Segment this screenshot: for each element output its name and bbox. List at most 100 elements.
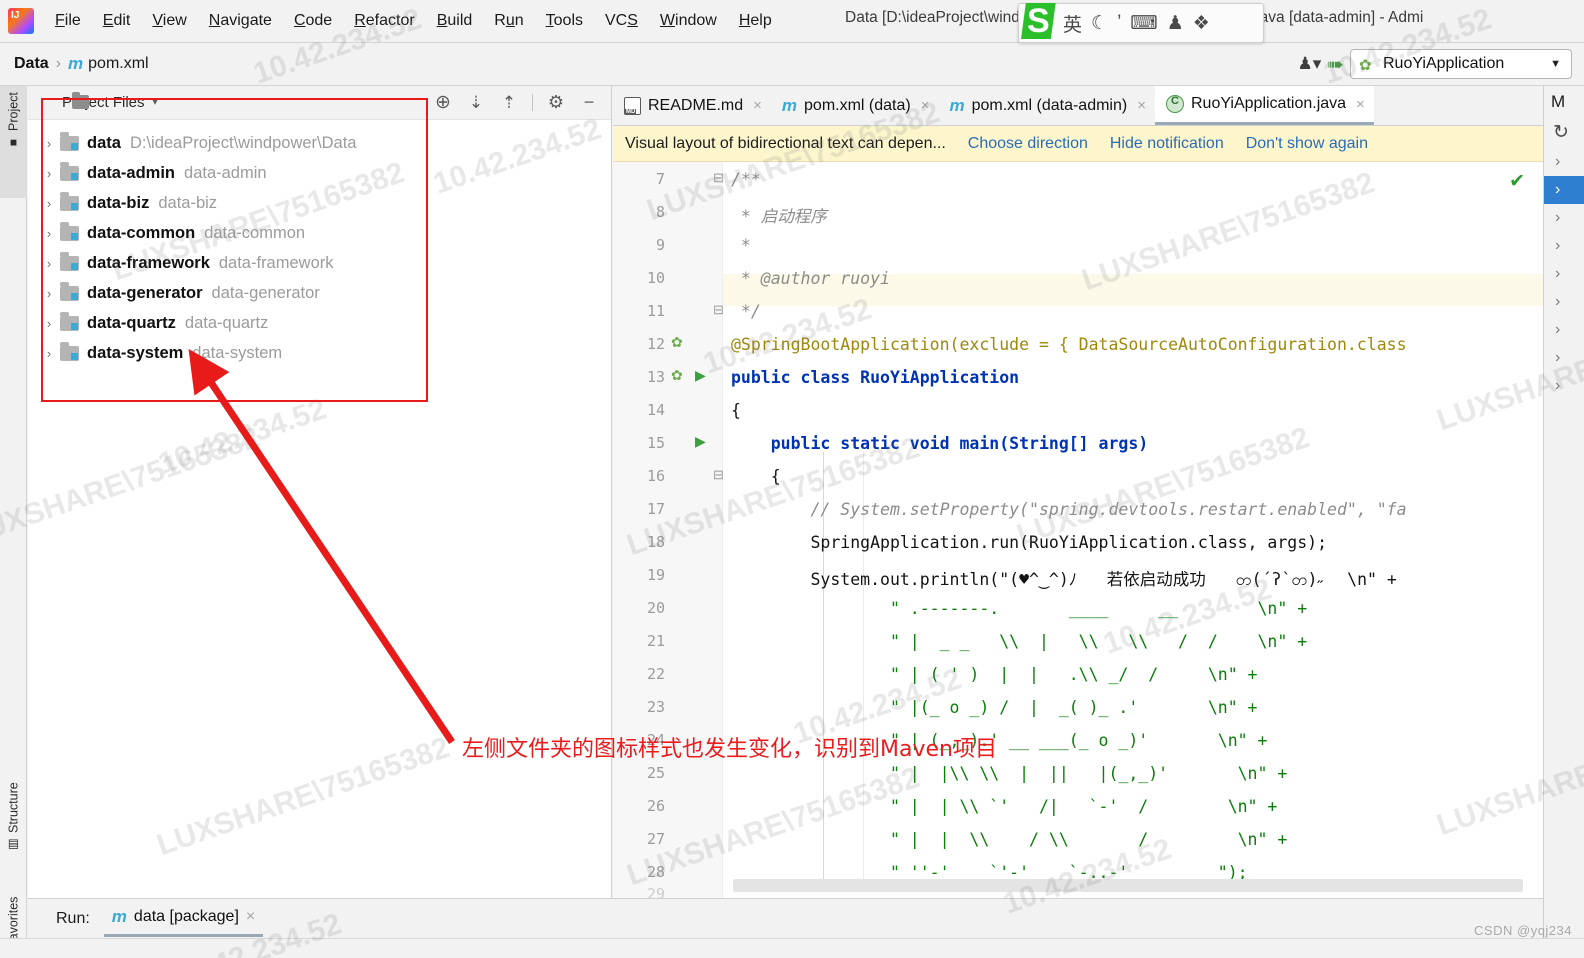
close-icon[interactable]: × (750, 97, 762, 114)
chevron-down-icon[interactable]: ▾ (153, 97, 158, 108)
maven-node-chevron[interactable]: › (1544, 232, 1584, 260)
refresh-icon[interactable]: ↻ (1544, 112, 1584, 148)
maven-node-chevron[interactable]: › (1544, 316, 1584, 344)
ime-user-icon[interactable]: ♟ (1164, 12, 1187, 35)
tab-ruoyiapplication-java[interactable]: RuoYiApplication.java × (1154, 86, 1374, 125)
ime-toolbox-icon[interactable]: ❖ (1190, 12, 1213, 35)
sidebar-item-structure[interactable]: ▤ Structure (0, 776, 27, 884)
expand-arrow-icon[interactable]: › (38, 196, 60, 211)
maven-node-chevron[interactable]: › (1544, 344, 1584, 372)
maven-node-chevron[interactable]: › (1544, 148, 1584, 176)
menu-code[interactable]: Code (283, 8, 343, 34)
code-line: public class RuoYiApplication (731, 368, 1020, 387)
menu-edit[interactable]: Edit (92, 8, 142, 34)
tree-node-path: data-quartz (184, 313, 269, 332)
menu-run[interactable]: Run (483, 8, 534, 34)
menu-tools[interactable]: Tools (535, 8, 594, 34)
tree-node-name: data-admin (87, 163, 176, 182)
locate-target-icon[interactable]: ⊕ (433, 92, 453, 113)
maven-node-chevron-selected[interactable]: › (1544, 176, 1584, 204)
expand-arrow-icon[interactable]: › (38, 286, 60, 301)
maven-module-folder-icon (60, 282, 79, 301)
tree-row-data-system[interactable]: › data-system data-system (38, 338, 611, 368)
sidebar-item-project[interactable]: ■ Project (0, 86, 27, 198)
run-label: Run: (56, 909, 90, 927)
ime-punctuation-icon[interactable]: ’ (1114, 12, 1124, 34)
tab-pom-xml-data[interactable]: m pom.xml (data) × (771, 86, 939, 125)
fold-marker-icon[interactable]: ⊟ (713, 467, 724, 483)
gear-icon[interactable]: ⚙ (546, 92, 566, 113)
tree-row-data-biz[interactable]: › data-biz data-biz (38, 188, 611, 218)
menu-refactor[interactable]: Refactor (343, 8, 425, 34)
menu-view[interactable]: View (141, 8, 197, 34)
collapse-all-icon[interactable]: ⇡ (499, 93, 519, 113)
run-tab-data-package[interactable]: m data [package] × (103, 900, 264, 937)
horizontal-scrollbar[interactable] (733, 879, 1523, 892)
expand-arrow-icon[interactable]: › (38, 166, 60, 181)
expand-arrow-icon[interactable]: › (38, 226, 60, 241)
menu-window[interactable]: Window (649, 8, 728, 34)
sogou-s-logo-icon[interactable] (1021, 4, 1057, 42)
code-editor[interactable]: ✔ 7 8 9 10 11 12 13 14 15 16 17 18 19 20… (613, 162, 1543, 898)
menu-file[interactable]: File (44, 8, 92, 34)
sogou-ime-floating-bar[interactable]: 英 ☾ ’ ⌨ ♟ ❖ (1018, 3, 1264, 43)
maven-node-chevron[interactable]: › (1544, 288, 1584, 316)
breadcrumb-project[interactable]: Data (14, 55, 49, 73)
chevron-down-icon[interactable]: ▼ (1550, 58, 1561, 70)
spring-bean-icon[interactable]: ✿ (671, 367, 683, 384)
tab-readme-md[interactable]: README.md × (613, 86, 771, 125)
close-icon[interactable]: × (1134, 97, 1146, 114)
ime-moon-icon[interactable]: ☾ (1088, 12, 1111, 35)
maven-node-chevron[interactable]: › (1544, 260, 1584, 288)
menu-build[interactable]: Build (426, 8, 484, 34)
run-configuration-selector[interactable]: ✿ RuoYiApplication ▼ (1350, 49, 1572, 79)
expand-arrow-icon[interactable]: › (38, 136, 60, 151)
tree-row-data-common[interactable]: › data-common data-common (38, 218, 611, 248)
code-line: { (731, 467, 781, 486)
ime-language-icon[interactable]: 英 (1060, 10, 1085, 37)
menu-navigate[interactable]: Navigate (198, 8, 283, 34)
line-number: 7 (655, 170, 665, 188)
tree-row-data-admin[interactable]: › data-admin data-admin (38, 158, 611, 188)
close-icon[interactable]: × (1353, 96, 1365, 113)
tree-row-data-generator[interactable]: › data-generator data-generator (38, 278, 611, 308)
tree-row-data[interactable]: › data D:\ideaProject\windpower\Data (38, 128, 611, 158)
tree-row-data-quartz[interactable]: › data-quartz data-quartz (38, 308, 611, 338)
maven-panel-title[interactable]: M (1544, 86, 1584, 112)
run-gutter-icon[interactable]: ▶ (695, 367, 706, 384)
fold-marker-icon[interactable]: ⊟ (713, 170, 724, 186)
build-hammer-icon[interactable]: ➠ (1327, 52, 1344, 77)
tree-row-data-framework[interactable]: › data-framework data-framework (38, 248, 611, 278)
close-icon[interactable]: × (246, 908, 255, 926)
code-line: // System.setProperty("spring.devtools.r… (731, 500, 1407, 519)
code-line: " | | \\ / \\ / \n" + (731, 830, 1288, 849)
breadcrumb-file[interactable]: pom.xml (88, 55, 148, 73)
tree-node-path: data-generator (211, 283, 320, 302)
dont-show-again-link[interactable]: Don't show again (1224, 135, 1368, 153)
run-gutter-icon[interactable]: ▶ (695, 433, 706, 450)
user-settings-icon[interactable]: ♟▾ (1297, 54, 1321, 74)
expand-arrow-icon[interactable]: › (38, 256, 60, 271)
maven-node-chevron[interactable]: › (1544, 372, 1584, 400)
maven-node-chevron[interactable]: › (1544, 204, 1584, 232)
ime-keyboard-icon[interactable]: ⌨ (1127, 12, 1160, 35)
minimize-icon[interactable]: − (579, 92, 599, 113)
expand-arrow-icon[interactable]: › (38, 346, 60, 361)
project-tool-window: Project Files ▾ ⊕ ⇣ ⇡ ⚙ − › data D:\idea… (28, 86, 612, 898)
line-number: 29 (646, 885, 665, 898)
hide-notification-link[interactable]: Hide notification (1088, 135, 1224, 153)
tree-node-path: data-common (204, 223, 306, 242)
project-view-title[interactable]: Project Files (38, 94, 145, 111)
close-icon[interactable]: × (918, 97, 930, 114)
maven-m-icon: m (68, 54, 84, 73)
menu-help[interactable]: Help (728, 8, 783, 34)
bean-icon[interactable]: ✿ (671, 334, 683, 351)
menu-vcs[interactable]: VCS (594, 8, 649, 34)
tab-label: pom.xml (data) (804, 96, 911, 114)
tab-pom-xml-data-admin[interactable]: m pom.xml (data-admin) × (938, 86, 1155, 125)
status-bar (0, 938, 1584, 958)
expand-all-icon[interactable]: ⇣ (466, 93, 486, 113)
choose-direction-link[interactable]: Choose direction (946, 135, 1088, 153)
expand-arrow-icon[interactable]: › (38, 316, 60, 331)
fold-marker-icon[interactable]: ⊟ (713, 302, 724, 318)
